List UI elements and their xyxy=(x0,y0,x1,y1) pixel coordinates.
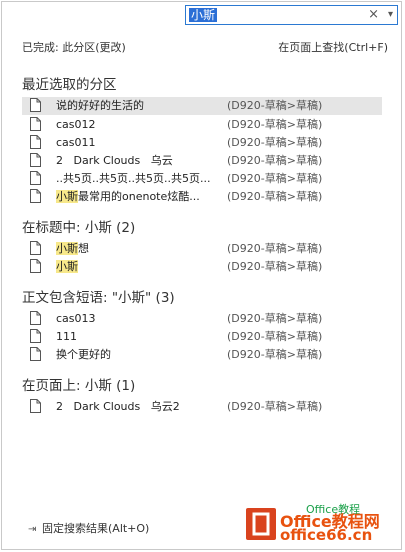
section-title-body-phrase: 正文包含短语: "小斯" (3) xyxy=(22,290,175,306)
result-location: (D920-草稿>草稿) xyxy=(227,330,323,343)
result-name: 111 xyxy=(56,330,77,343)
result-location: (D920-草稿>草稿) xyxy=(227,242,323,255)
page-icon xyxy=(30,117,41,131)
result-row[interactable]: 小斯想 (D920-草稿>草稿) xyxy=(22,240,382,258)
result-name: ..共5页..共5页..共5页..共5页... xyxy=(56,172,211,185)
result-row[interactable]: 2 Dark Clouds 乌云2 (D920-草稿>草稿) xyxy=(22,398,382,416)
result-name: 2 Dark Clouds 乌云2 xyxy=(56,400,180,413)
office-logo-watermark: Office教程网 office66.cn xyxy=(244,506,404,548)
section-title-on-page: 在页面上: 小斯 (1) xyxy=(22,378,136,394)
page-icon xyxy=(30,347,41,361)
result-row[interactable]: cas012 (D920-草稿>草稿) xyxy=(22,116,382,134)
pin-results-label: 固定搜索结果(Alt+O) xyxy=(42,522,150,535)
result-name: 小斯想 xyxy=(56,241,89,256)
close-icon[interactable]: × xyxy=(368,7,379,23)
result-location: (D920-草稿>草稿) xyxy=(227,260,323,273)
search-input[interactable]: 小斯 × ▾ xyxy=(185,5,398,25)
page-icon xyxy=(30,329,41,343)
result-location: (D920-草稿>草稿) xyxy=(227,312,323,325)
page-icon xyxy=(30,189,41,203)
section-title-in-title: 在标题中: 小斯 (2) xyxy=(22,220,136,236)
result-row[interactable]: 小斯最常用的onenote炫酷... (D920-草稿>草稿) xyxy=(22,188,382,206)
result-row[interactable]: 2 Dark Clouds 乌云 (D920-草稿>草稿) xyxy=(22,152,382,170)
result-name: 小斯 xyxy=(56,259,78,274)
result-location: (D920-草稿>草稿) xyxy=(227,136,323,149)
page-icon xyxy=(30,153,41,167)
result-row[interactable]: 说的好好的生活的 (D920-草稿>草稿) xyxy=(22,97,382,115)
pin-results-button[interactable]: ⇥ 固定搜索结果(Alt+O) xyxy=(28,520,149,536)
result-name: 2 Dark Clouds 乌云 xyxy=(56,154,173,167)
result-name: cas011 xyxy=(56,136,96,149)
result-row[interactable]: 小斯 (D920-草稿>草稿) xyxy=(22,258,382,276)
page-icon xyxy=(30,241,41,255)
find-on-page-link[interactable]: 在页面上查找(Ctrl+F) xyxy=(278,39,388,55)
page-icon xyxy=(30,399,41,413)
match-highlight: 小斯 xyxy=(56,260,78,273)
page-icon xyxy=(30,98,41,112)
page-icon xyxy=(30,171,41,185)
result-row[interactable]: cas011 (D920-草稿>草稿) xyxy=(22,134,382,152)
section-title-recent: 最近选取的分区 xyxy=(22,77,117,93)
result-location: (D920-草稿>草稿) xyxy=(227,118,323,131)
result-name: cas012 xyxy=(56,118,96,131)
search-bar: 小斯 × ▾ xyxy=(0,0,405,30)
result-name: 说的好好的生活的 xyxy=(56,99,144,112)
match-highlight: 小斯 xyxy=(56,242,78,255)
result-name: cas013 xyxy=(56,312,96,325)
result-row[interactable]: 111 (D920-草稿>草稿) xyxy=(22,328,382,346)
watermark-line2: office66.cn xyxy=(280,526,373,544)
pin-icon: ⇥ xyxy=(28,524,37,535)
result-name-rest: 最常用的onenote炫酷... xyxy=(78,190,200,203)
result-location: (D920-草稿>草稿) xyxy=(227,154,323,167)
search-input-value: 小斯 xyxy=(189,8,218,22)
result-location: (D920-草稿>草稿) xyxy=(227,172,323,185)
result-row[interactable]: cas013 (D920-草稿>草稿) xyxy=(22,310,382,328)
page-icon xyxy=(30,135,41,149)
page-icon xyxy=(30,259,41,273)
chevron-down-icon[interactable]: ▾ xyxy=(388,7,393,23)
page-icon xyxy=(30,311,41,325)
result-row[interactable]: 换个更好的 (D920-草稿>草稿) xyxy=(22,346,382,364)
result-location: (D920-草稿>草稿) xyxy=(227,190,323,203)
result-row[interactable]: ..共5页..共5页..共5页..共5页... (D920-草稿>草稿) xyxy=(22,170,382,188)
result-location: (D920-草稿>草稿) xyxy=(227,99,323,112)
result-name: 小斯最常用的onenote炫酷... xyxy=(56,189,200,204)
result-location: (D920-草稿>草稿) xyxy=(227,348,323,361)
result-name-rest: 想 xyxy=(78,242,89,255)
result-name: 换个更好的 xyxy=(56,348,111,361)
office-logo-icon xyxy=(246,508,276,540)
result-location: (D920-草稿>草稿) xyxy=(227,400,323,413)
match-highlight: 小斯 xyxy=(56,190,78,203)
search-scope-status[interactable]: 已完成: 此分区(更改) xyxy=(22,39,126,55)
